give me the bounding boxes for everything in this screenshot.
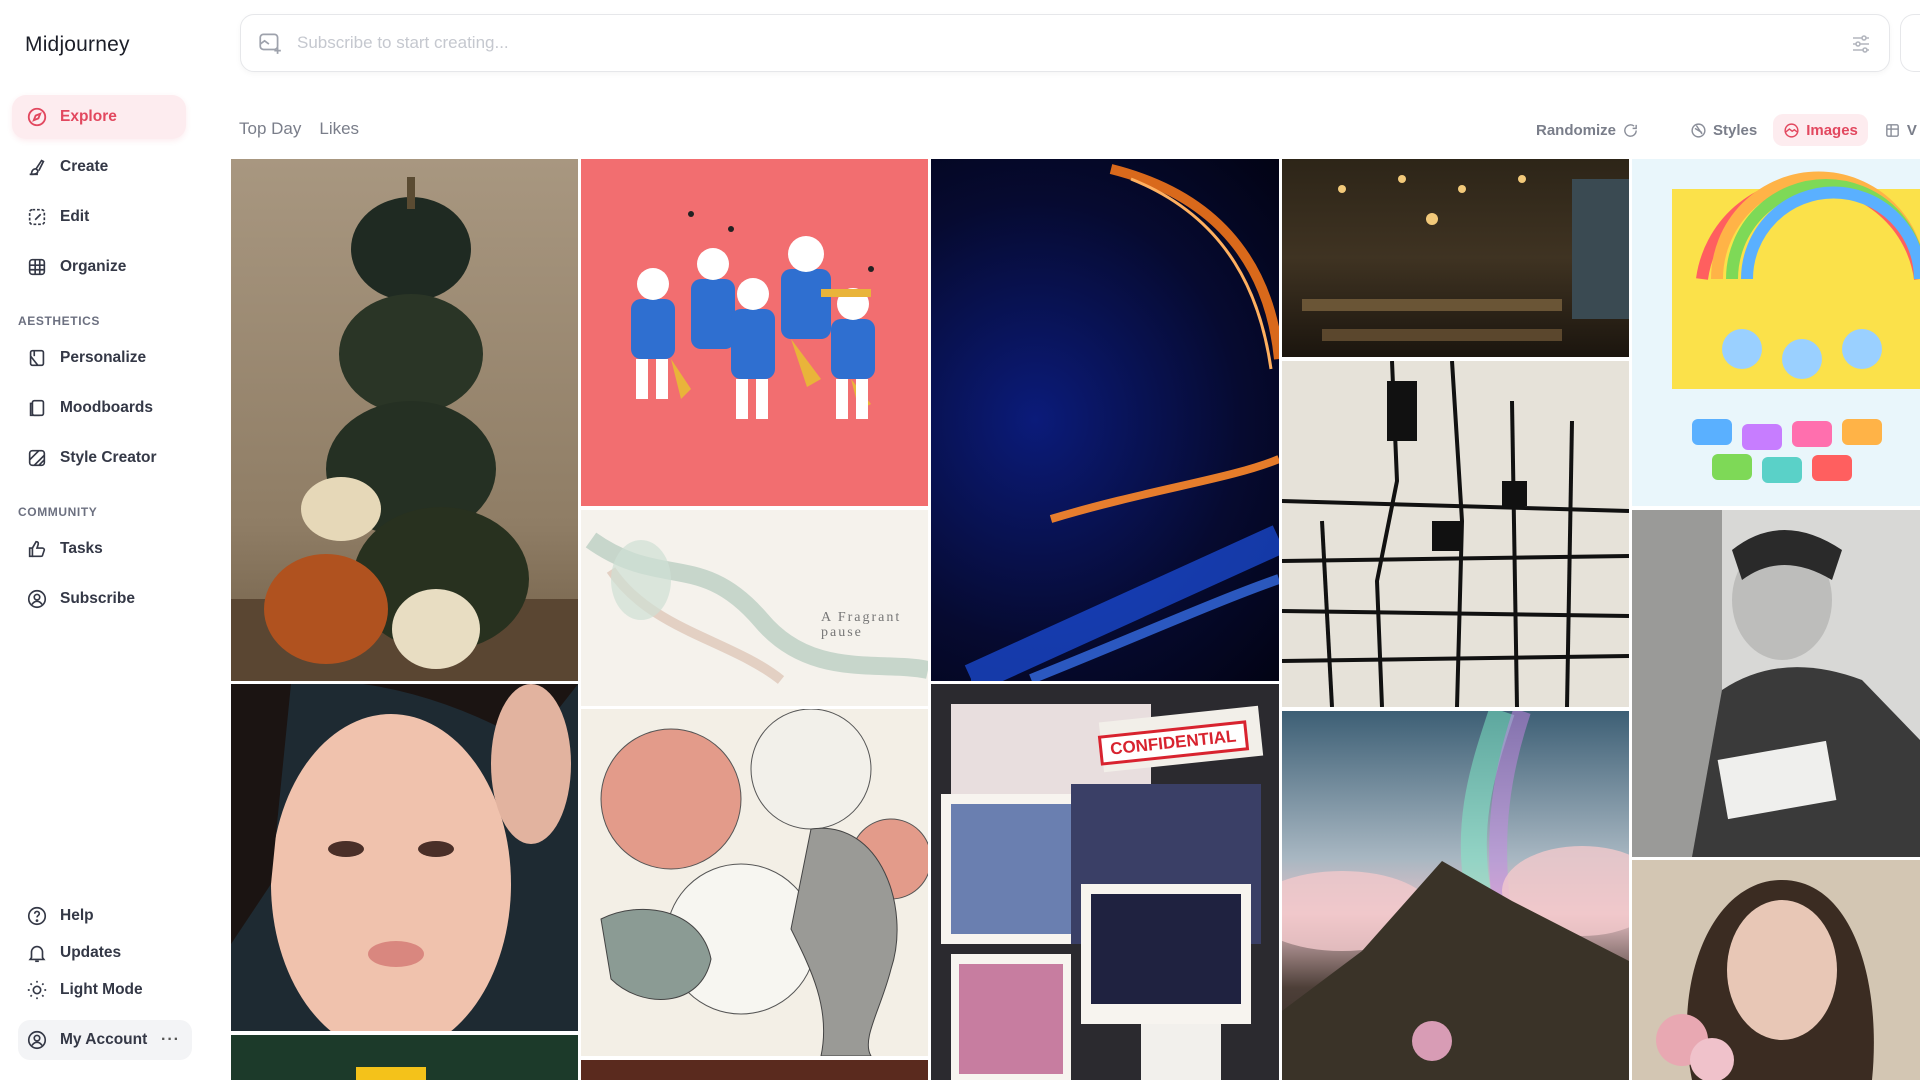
images-filter[interactable]: Images: [1773, 114, 1868, 146]
help-icon: [26, 905, 48, 927]
edit-icon: [26, 206, 48, 228]
gallery-image-brown-bottom[interactable]: [581, 1060, 928, 1080]
light-mode-toggle[interactable]: Light Mode: [26, 979, 143, 1001]
sketch-man-art: [1632, 510, 1920, 857]
fragrant-text-line1: A Fragrant: [821, 610, 902, 625]
nav-create[interactable]: Create: [12, 145, 186, 189]
palette-icon: [1690, 122, 1707, 139]
light-mode-label: Light Mode: [60, 981, 143, 998]
gallery-image-restaurant[interactable]: [1282, 159, 1629, 357]
nav-style-creator-label: Style Creator: [60, 449, 157, 466]
updates-label: Updates: [60, 944, 122, 961]
nav-organize[interactable]: Organize: [12, 245, 186, 289]
nav-moodboards-label: Moodboards: [60, 399, 153, 416]
gallery-image-green-bottom[interactable]: [231, 1035, 578, 1080]
gallery-image-marching-band[interactable]: [581, 159, 928, 506]
gallery-image-crackle-ink[interactable]: [1282, 361, 1629, 707]
nav-personalize[interactable]: Personalize: [12, 336, 186, 380]
nav-tasks-label: Tasks: [60, 540, 103, 557]
toy-box-art: [1672, 171, 1920, 483]
video-icon: [1884, 122, 1901, 139]
prompt-input[interactable]: [297, 33, 1597, 53]
videos-filter[interactable]: V: [1874, 114, 1920, 146]
sun-icon: [26, 979, 48, 1001]
randomize-label: Randomize: [1536, 121, 1617, 139]
portrait-art: [231, 684, 578, 1031]
my-account-label: My Account: [60, 1031, 148, 1048]
refresh-icon: [1622, 122, 1639, 139]
moodboard-icon: [26, 397, 48, 419]
gallery-image-toy-box[interactable]: [1632, 159, 1920, 506]
styles-filter[interactable]: Styles: [1680, 114, 1767, 146]
brush-icon: [26, 156, 48, 178]
settings-sliders-icon[interactable]: [1849, 32, 1873, 56]
add-image-icon[interactable]: [257, 30, 283, 56]
nav-tasks[interactable]: Tasks: [12, 527, 186, 571]
secondary-bar-edge[interactable]: [1900, 14, 1920, 72]
feed-tabs: Top Day Likes: [239, 119, 359, 139]
nav-organize-label: Organize: [60, 258, 127, 275]
style-creator-icon: [26, 447, 48, 469]
videos-label: V: [1906, 121, 1917, 139]
pumpkins-art: [231, 177, 578, 681]
help-link[interactable]: Help: [26, 905, 94, 927]
updates-link[interactable]: Updates: [26, 942, 121, 964]
account-icon: [26, 1029, 48, 1051]
sidebar: Midjourney Explore Create Edit Organize …: [0, 0, 222, 1080]
nav-personalize-label: Personalize: [60, 349, 147, 366]
nav-explore[interactable]: Explore: [12, 95, 186, 139]
filter-pills: Styles Images V: [1680, 114, 1920, 146]
nav-subscribe-label: Subscribe: [60, 590, 135, 607]
nav-edit[interactable]: Edit: [12, 195, 186, 239]
gallery-image-fragrant-pause[interactable]: A Fragrant pause: [581, 510, 928, 706]
nav-explore-label: Explore: [60, 108, 117, 125]
styles-label: Styles: [1713, 121, 1758, 139]
prompt-bar: [240, 14, 1890, 72]
fragrant-text-line2: pause: [821, 625, 863, 640]
crackle-art: [1282, 361, 1629, 707]
gallery-image-collage[interactable]: CONFIDENTIAL: [931, 684, 1279, 1080]
light-streaks-art: [964, 164, 1279, 681]
elephant-flowers-art: [600, 709, 928, 1056]
yellow-stripes-art: [356, 1067, 426, 1080]
nav-subscribe[interactable]: Subscribe: [12, 577, 186, 621]
nav-edit-label: Edit: [60, 208, 90, 225]
bell-icon: [26, 942, 48, 964]
compass-icon: [26, 106, 48, 128]
aesthetics-section-label: AESTHETICS: [18, 314, 101, 328]
gallery-image-sketch-man[interactable]: [1632, 510, 1920, 857]
gallery-image-abstract-light[interactable]: [931, 159, 1279, 681]
my-account-button[interactable]: My Account ···: [18, 1020, 192, 1060]
community-section-label: COMMUNITY: [18, 505, 98, 519]
tab-top-day[interactable]: Top Day: [239, 119, 301, 139]
gallery-image-portrait[interactable]: [231, 684, 578, 1031]
nav-create-label: Create: [60, 158, 109, 175]
tab-likes[interactable]: Likes: [319, 119, 359, 139]
thumbs-up-icon: [26, 538, 48, 560]
ink-wash-art: [585, 532, 928, 684]
randomize-button[interactable]: Randomize: [1536, 114, 1639, 146]
mountain-art: [1282, 711, 1629, 1080]
image-filter-icon: [1783, 122, 1800, 139]
painted-girl-art: [1632, 860, 1920, 1080]
gallery-image-painted-girl[interactable]: [1632, 860, 1920, 1080]
grid-icon: [26, 256, 48, 278]
help-label: Help: [60, 907, 94, 924]
gallery-image-mountain-sky[interactable]: [1282, 711, 1629, 1080]
user-circle-icon: [26, 588, 48, 610]
nav-moodboards[interactable]: Moodboards: [12, 386, 186, 430]
personalize-icon: [26, 347, 48, 369]
gallery-image-elephant-flowers[interactable]: [581, 709, 928, 1056]
app-logo[interactable]: Midjourney: [25, 33, 130, 57]
restaurant-art: [1302, 175, 1629, 341]
marching-band-art: [631, 211, 875, 419]
images-label: Images: [1806, 121, 1858, 139]
more-options-icon[interactable]: ···: [161, 1031, 180, 1049]
nav-style-creator[interactable]: Style Creator: [12, 436, 186, 480]
gallery-image-pumpkins[interactable]: [231, 159, 578, 681]
